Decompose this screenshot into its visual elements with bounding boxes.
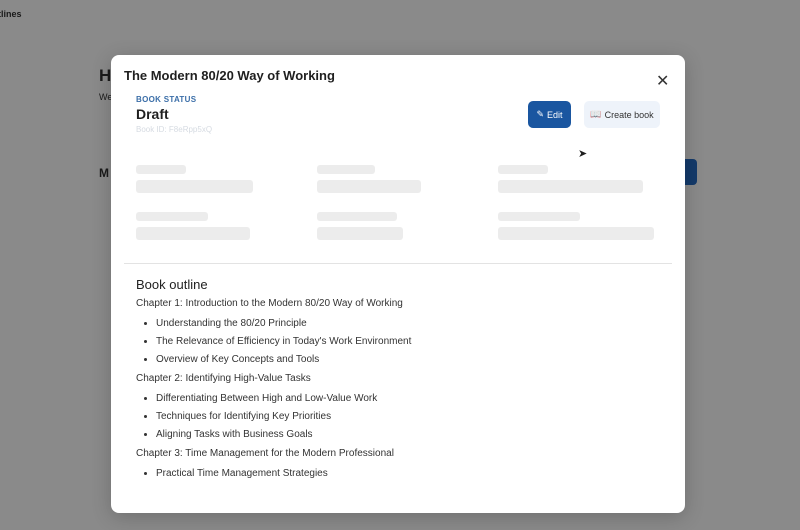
skeleton (136, 212, 208, 221)
divider (124, 263, 672, 264)
create-book-button[interactable]: 📖 Create book (584, 101, 660, 128)
mouse-cursor-icon: ➤ (578, 148, 588, 160)
skeleton (317, 212, 397, 221)
outline-heading: Book outline (136, 277, 208, 292)
book-status: Draft (136, 106, 169, 122)
book-modal: The Modern 80/20 Way of Working ✕ BOOK S… (111, 55, 685, 513)
skeleton (317, 227, 403, 240)
skeleton (498, 227, 654, 240)
book-id: Book ID: F8eRpp5xQ (136, 125, 213, 134)
list-item: Aligning Tasks with Business Goals (156, 429, 666, 440)
list-item: Practical Time Management Strategies (156, 468, 666, 479)
book-icon: 📖 (590, 109, 602, 119)
skeleton (136, 165, 186, 174)
list-item: Techniques for Identifying Key Prioritie… (156, 411, 666, 422)
list-item: Overview of Key Concepts and Tools (156, 354, 666, 365)
list-item: The Relevance of Efficiency in Today's W… (156, 336, 666, 347)
skeleton (498, 165, 548, 174)
section-heading: M (99, 166, 109, 180)
chapter-title: Chapter 3: Time Management for the Moder… (136, 448, 394, 459)
edit-button[interactable]: ✎ Edit (528, 101, 571, 128)
edit-label: Edit (547, 109, 563, 120)
skeleton (317, 165, 375, 174)
skeleton (136, 180, 253, 193)
pencil-icon: ✎ (536, 109, 545, 119)
book-status-label: BOOK STATUS (136, 95, 197, 104)
create-book-label: Create book (604, 109, 654, 120)
chapter-title: Chapter 1: Introduction to the Modern 80… (136, 298, 403, 309)
list-item: Differentiating Between High and Low-Val… (156, 393, 666, 404)
skeleton (317, 180, 421, 193)
list-item: Understanding the 80/20 Principle (156, 318, 666, 329)
skeleton (498, 180, 643, 193)
chapter-title: Chapter 2: Identifying High-Value Tasks (136, 373, 311, 384)
book-outline: Book outline Chapter 1: Introduction to … (136, 277, 666, 487)
page-heading: H (99, 66, 112, 85)
nav-title: tlines (0, 9, 22, 19)
modal-title: The Modern 80/20 Way of Working (124, 68, 335, 83)
close-icon[interactable]: ✕ (656, 71, 669, 91)
skeleton (136, 227, 250, 240)
skeleton (498, 212, 580, 221)
